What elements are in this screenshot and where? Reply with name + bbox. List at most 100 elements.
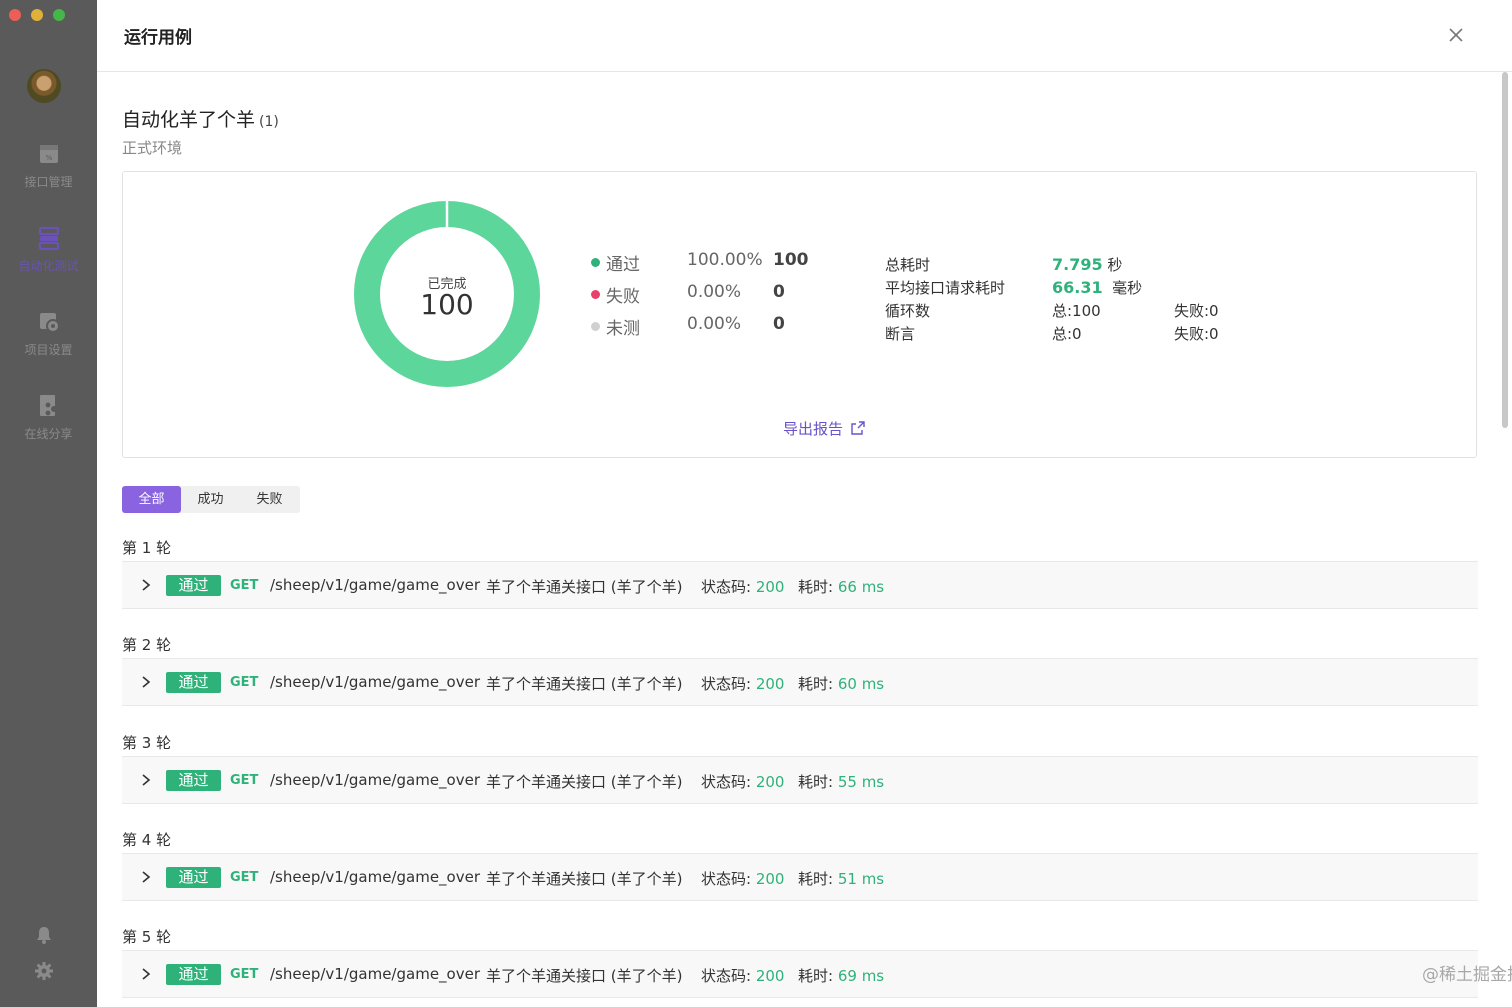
close-icon[interactable] (1445, 24, 1467, 46)
elapsed-time-label: 耗时: (798, 675, 834, 694)
avatar[interactable] (27, 69, 61, 103)
automation-icon (38, 226, 59, 251)
api-doc-icon: % (39, 145, 58, 163)
sidebar-item-label: 项目设置 (24, 343, 73, 357)
fail-dot-icon (591, 290, 600, 299)
tab-success[interactable]: 成功 (181, 486, 240, 513)
round-label: 第 5 轮 (122, 928, 172, 947)
elapsed-time-value: 51 ms (837, 869, 885, 888)
status-code-label: 状态码: (701, 675, 752, 694)
avg-time-label: 平均接口请求耗时 (885, 279, 1006, 297)
status-code-label: 状态码: (701, 967, 752, 986)
request-path: /sheep/v1/game/game_over (270, 576, 480, 594)
request-row[interactable]: 通过 GET/sheep/v1/game/game_over 羊了个羊通关接口 (羊… (122, 658, 1478, 707)
legend-percent: 0.00% (687, 282, 742, 302)
request-path: /sheep/v1/game/game_over (270, 867, 480, 886)
avg-time-unit: 毫秒 (1112, 279, 1143, 297)
status-badge: 通过 (166, 672, 221, 694)
api-name: 羊了个羊通关接口 (羊了个羊) (486, 772, 683, 791)
elapsed-time: 耗时: 51 ms (798, 868, 884, 889)
window-minimize-dot[interactable] (31, 9, 43, 21)
elapsed-time-label: 耗时: (798, 772, 834, 791)
elapsed-time-label: 耗时: (798, 578, 834, 596)
status-code-value: 200 (755, 578, 785, 596)
sidebar-item-label: 自动化测试 (18, 259, 79, 273)
elapsed-time: 耗时: 69 ms (798, 965, 884, 986)
sidebar-item-label: 接口管理 (24, 175, 73, 189)
request-row[interactable]: 通过 GET/sheep/v1/game/game_over 羊了个羊通关接口 (羊… (122, 852, 1478, 901)
round-label: 第 4 轮 (122, 830, 172, 849)
status-code: 状态码: 200 (701, 868, 784, 889)
http-method: GET (230, 967, 259, 983)
legend-name: 失败 (606, 287, 640, 307)
gear-icon[interactable] (34, 961, 54, 981)
status-code-value: 200 (755, 869, 785, 888)
status-code: 状态码: 200 (701, 771, 784, 792)
svg-text:%: % (45, 154, 52, 162)
tab-all[interactable]: 全部 (122, 486, 181, 513)
watermark: @稀土掘金技术社区 (1422, 965, 1512, 985)
request-row[interactable]: 通过 GET/sheep/v1/game/game_over 羊了个羊通关接口 (羊… (122, 950, 1478, 999)
sidebar-item-api-management[interactable]: % 接口管理 (0, 141, 97, 190)
case-title: 自动化羊了个羊 (1) (122, 105, 279, 132)
elapsed-time: 耗时: 60 ms (798, 673, 884, 694)
legend-name: 未测 (606, 319, 640, 339)
drawer-header: 运行用例 (97, 0, 1512, 72)
elapsed-time-value: 66 ms (837, 578, 885, 596)
chevron-right-icon[interactable] (140, 967, 152, 981)
loops-label: 循环数 (885, 302, 931, 320)
elapsed-time: 耗时: 55 ms (798, 771, 884, 792)
assert-failed: 失败:0 (1174, 325, 1219, 343)
environment-label: 正式环境 (122, 139, 183, 157)
request-row[interactable]: 通过 GET/sheep/v1/game/game_over 羊了个羊通关接口 (羊… (122, 561, 1478, 609)
avg-time-value: 66.31 (1052, 278, 1103, 297)
http-method: GET (230, 675, 259, 691)
http-method: GET (230, 869, 259, 885)
status-code-label: 状态码: (701, 578, 752, 596)
loops-failed: 失败:0 (1174, 302, 1219, 320)
donut-center-value: 100 (420, 288, 474, 321)
share-icon (39, 395, 57, 416)
sidebar-item-online-share[interactable]: 在线分享 (0, 393, 97, 442)
avg-time: 66.31 毫秒 (1052, 277, 1142, 298)
request-row[interactable]: 通过 GET/sheep/v1/game/game_over 羊了个羊通关接口 (羊… (122, 755, 1478, 804)
status-badge: 通过 (166, 964, 221, 986)
elapsed-time: 耗时: 66 ms (798, 576, 884, 597)
sidebar-item-automation-testing[interactable]: 自动化测试 (0, 225, 97, 274)
sidebar-item-label: 在线分享 (24, 427, 73, 441)
result-filter-tabs: 全部 成功 失败 (122, 486, 300, 513)
status-code-label: 状态码: (701, 869, 752, 888)
status-badge: 通过 (166, 769, 221, 791)
export-report-link[interactable]: 导出报告 (783, 418, 865, 439)
elapsed-time-label: 耗时: (798, 967, 834, 986)
sidebar-item-project-settings[interactable]: 项目设置 (0, 309, 97, 358)
window-zoom-dot[interactable] (53, 9, 65, 21)
request-path: /sheep/v1/game/game_over (270, 965, 480, 984)
http-method: GET (230, 578, 259, 593)
api-name: 羊了个羊通关接口 (羊了个羊) (486, 869, 683, 888)
legend-count: 0 (773, 282, 785, 302)
window-close-dot[interactable] (9, 9, 21, 21)
vertical-scrollbar[interactable] (1502, 72, 1508, 428)
status-badge: 通过 (166, 575, 221, 596)
loops-total: 总:100 (1052, 302, 1101, 320)
status-code-value: 200 (755, 772, 785, 791)
elapsed-time-value: 55 ms (837, 772, 885, 791)
summary-card: 已完成 100 通过 100.00% 100 失败 0.00% 0 未测 0.0… (122, 171, 1477, 458)
chevron-right-icon[interactable] (140, 675, 152, 689)
api-name: 羊了个羊通关接口 (羊了个羊) (486, 675, 683, 694)
chevron-right-icon[interactable] (140, 870, 152, 884)
export-report-label: 导出报告 (783, 420, 844, 438)
elapsed-time-label: 耗时: (798, 869, 834, 888)
chevron-right-icon[interactable] (140, 578, 152, 592)
round-label: 第 2 轮 (122, 636, 172, 655)
tab-failed[interactable]: 失败 (240, 486, 299, 513)
status-code-value: 200 (755, 967, 785, 986)
status-code: 状态码: 200 (701, 673, 784, 694)
assert-label: 断言 (885, 325, 916, 343)
legend-count: 100 (773, 250, 809, 270)
legend-name: 通过 (606, 255, 640, 275)
chevron-right-icon[interactable] (140, 773, 152, 787)
legend-count: 0 (773, 314, 785, 334)
bell-icon[interactable] (34, 925, 54, 945)
